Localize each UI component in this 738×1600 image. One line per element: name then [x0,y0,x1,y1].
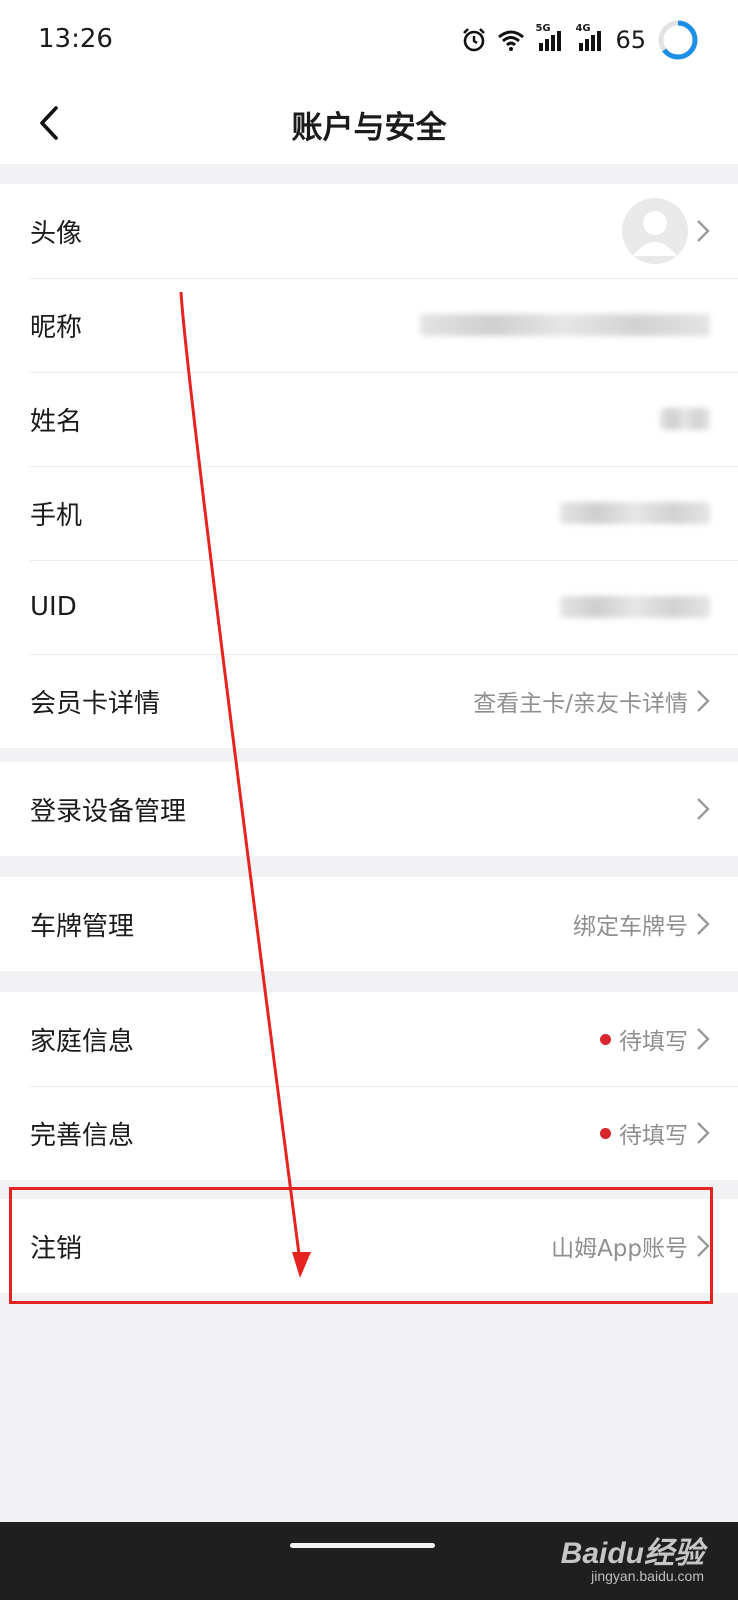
avatar-label: 头像 [30,218,83,249]
home-indicator[interactable] [290,1543,435,1548]
phone-row[interactable]: 手机 [0,466,738,560]
device-group: 登录设备管理 [0,762,738,856]
signal-4g-icon: 4G [575,23,605,53]
status-icons: 5G 4G 65 [461,14,700,66]
cancel-account-label: 注销 [30,1233,83,1264]
chevron-right-icon [697,1028,710,1050]
nickname-label: 昵称 [30,312,83,343]
cancel-account-value: 山姆App账号 [551,1236,688,1262]
device-management-row[interactable]: 登录设备管理 [0,762,738,856]
chevron-right-icon [697,798,710,820]
plate-management-label: 车牌管理 [30,911,135,942]
membership-row[interactable]: 会员卡详情 查看主卡/亲友卡详情 [0,654,738,748]
phone-label: 手机 [30,500,83,531]
phone-value-blurred [560,502,710,524]
name-row[interactable]: 姓名 [0,372,738,466]
chevron-right-icon [697,690,710,712]
name-label: 姓名 [30,406,83,437]
plate-value: 绑定车牌号 [573,914,688,940]
uid-value-blurred [560,596,710,618]
signal-5g-icon: 5G [535,23,565,53]
device-management-label: 登录设备管理 [30,796,187,827]
watermark-brand: Baidu经验 [560,1537,704,1570]
battery-level: 65 [615,26,646,54]
nickname-value-blurred [420,314,710,336]
cancel-group: 注销 山姆App账号 [0,1199,738,1293]
avatar [622,198,688,264]
complete-info-status: 待填写 [619,1123,688,1149]
name-value-blurred [660,408,710,430]
wifi-icon [498,30,525,51]
family-info-label: 家庭信息 [30,1026,135,1057]
plate-group: 车牌管理 绑定车牌号 [0,877,738,971]
page-title: 账户与安全 [291,110,447,146]
red-dot-badge [600,1033,611,1045]
info-group: 家庭信息 待填写 完善信息 待填写 [0,992,738,1180]
family-info-row[interactable]: 家庭信息 待填写 [0,992,738,1086]
chevron-right-icon [697,913,710,935]
status-bar: 13:26 5G 4G 65 [0,0,738,82]
alarm-icon [463,28,486,52]
uid-label: UID [30,592,77,622]
cancel-account-row[interactable]: 注销 山姆App账号 [0,1199,738,1293]
complete-info-label: 完善信息 [30,1120,135,1151]
membership-label: 会员卡详情 [30,688,161,719]
chevron-right-icon [697,1122,710,1144]
nav-bar: 账户与安全 [0,82,738,164]
avatar-row[interactable]: 头像 [0,184,738,278]
plate-management-row[interactable]: 车牌管理 绑定车牌号 [0,877,738,971]
profile-group: 头像 昵称 姓名 手机 UID 会员卡详情 查看主卡/亲友卡详情 [0,184,738,748]
membership-value: 查看主卡/亲友卡详情 [473,691,688,717]
chevron-right-icon [697,220,710,242]
nickname-row[interactable]: 昵称 [0,278,738,372]
complete-info-row[interactable]: 完善信息 待填写 [0,1086,738,1180]
chevron-right-icon [697,1235,710,1257]
battery-ring-icon [658,20,698,60]
watermark-url: jingyan.baidu.com [591,1568,704,1584]
family-info-status: 待填写 [619,1029,688,1055]
default-avatar-icon [633,211,677,256]
uid-row[interactable]: UID [0,560,738,654]
red-dot-badge [600,1127,611,1139]
status-time: 13:26 [38,24,113,54]
